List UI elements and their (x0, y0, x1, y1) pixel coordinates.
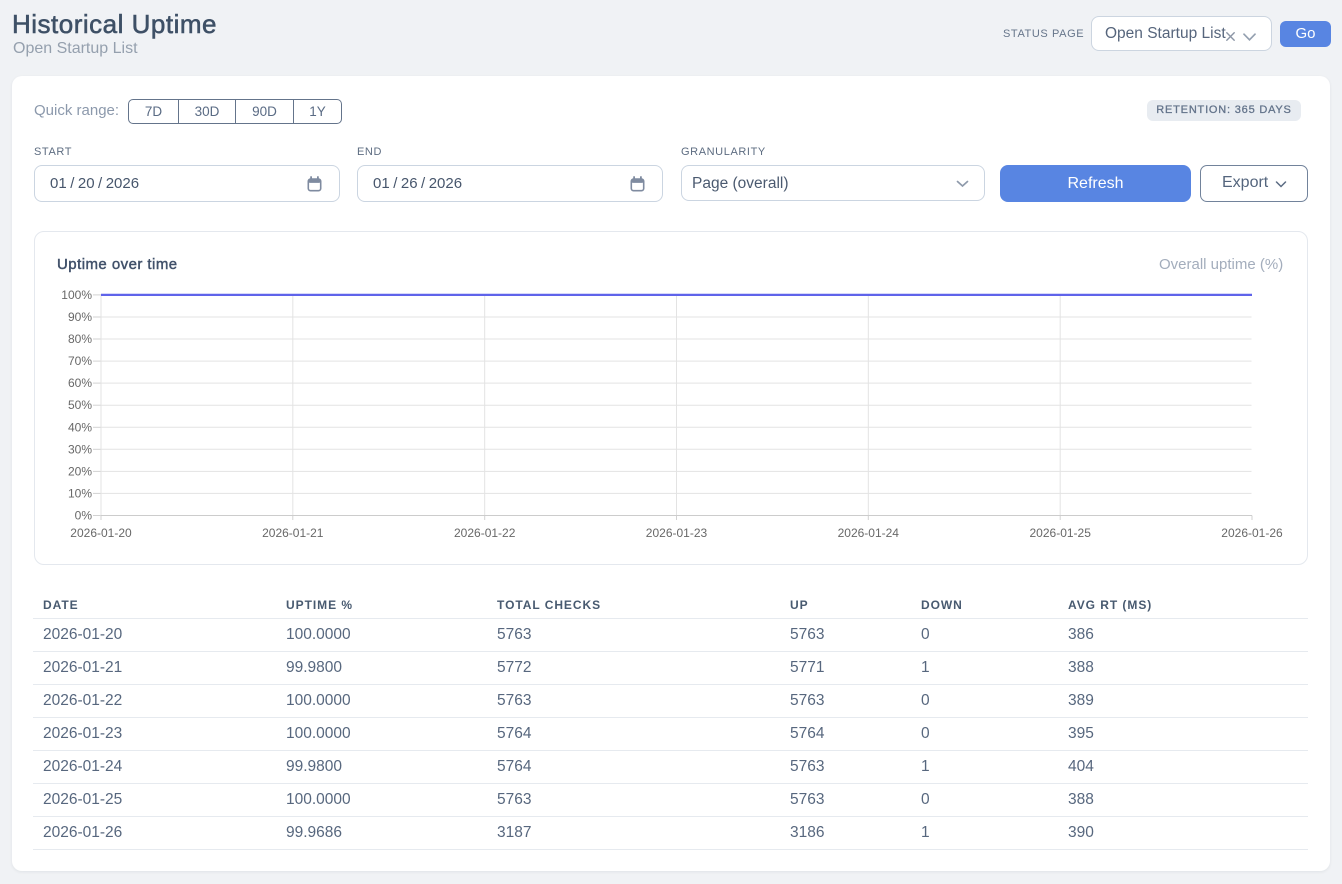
svg-text:2026-01-23: 2026-01-23 (646, 526, 708, 540)
svg-text:90%: 90% (68, 310, 92, 324)
svg-text:2026-01-22: 2026-01-22 (454, 526, 516, 540)
svg-text:2026-01-21: 2026-01-21 (262, 526, 324, 540)
svg-text:60%: 60% (68, 376, 92, 390)
svg-text:80%: 80% (68, 332, 92, 346)
svg-text:100%: 100% (61, 288, 92, 302)
svg-text:50%: 50% (68, 398, 92, 412)
svg-text:0%: 0% (75, 509, 93, 523)
svg-text:30%: 30% (68, 442, 92, 456)
svg-text:10%: 10% (68, 486, 92, 500)
svg-text:2026-01-25: 2026-01-25 (1030, 526, 1092, 540)
svg-text:2026-01-26: 2026-01-26 (1221, 526, 1283, 540)
svg-text:2026-01-20: 2026-01-20 (70, 526, 132, 540)
svg-text:2026-01-24: 2026-01-24 (838, 526, 900, 540)
svg-text:70%: 70% (68, 354, 92, 368)
svg-text:40%: 40% (68, 420, 92, 434)
svg-text:20%: 20% (68, 464, 92, 478)
